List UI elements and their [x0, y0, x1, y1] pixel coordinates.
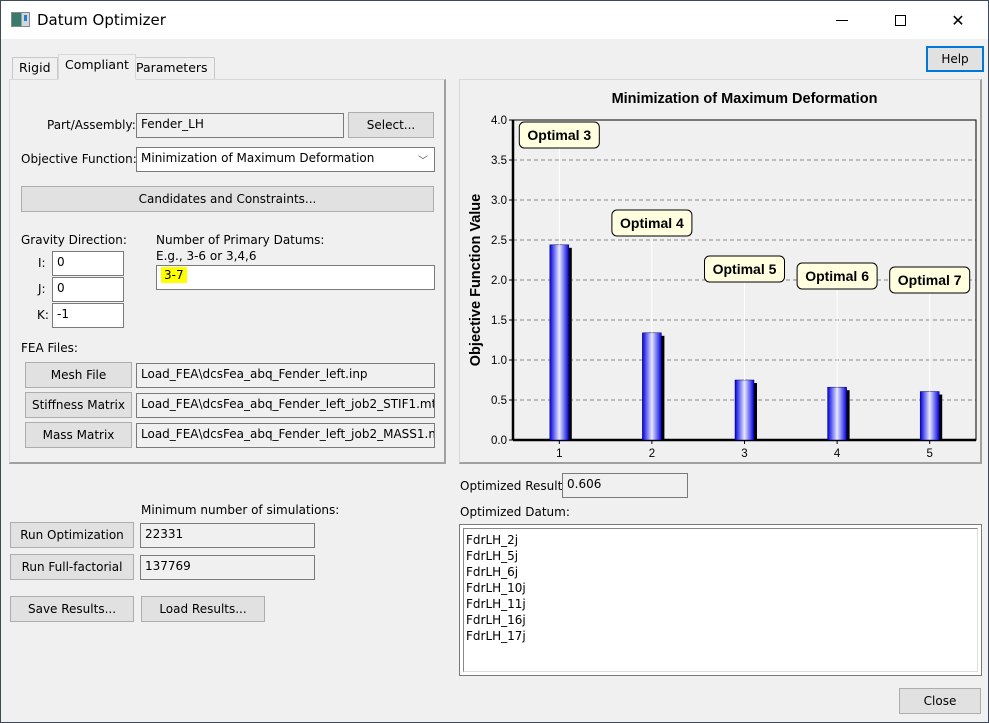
objective-function-label: Objective Function: [21, 152, 137, 166]
load-results-button[interactable]: Load Results... [141, 596, 265, 622]
datum-list-item[interactable]: FdrLH_11j [466, 596, 975, 612]
maximize-icon [894, 14, 906, 26]
gravity-i-field[interactable]: 0 [52, 251, 124, 276]
maximize-button[interactable] [871, 1, 929, 39]
primary-datums-label: Number of Primary Datums: [156, 233, 325, 247]
x-tick-label: 1 [556, 448, 562, 460]
primary-datums-value: 3-7 [161, 267, 187, 283]
mass-matrix-button[interactable]: Mass Matrix [25, 422, 132, 448]
gravity-i-label: I: [38, 256, 46, 270]
datum-list-item[interactable]: FdrLH_5j [466, 548, 975, 564]
gravity-j-field[interactable]: 0 [52, 277, 124, 302]
optimized-datum-list[interactable]: FdrLH_2j FdrLH_5j FdrLH_6j FdrLH_10j FdrLH_1… [459, 524, 982, 676]
y-tick-label: 1.5 [491, 315, 507, 327]
window-title: Datum Optimizer [37, 11, 166, 29]
primary-datums-hint: E.g., 3-6 or 3,4,6 [156, 249, 257, 263]
close-button[interactable]: Close [899, 688, 981, 714]
tab-parameters[interactable]: Parameters [129, 57, 215, 79]
y-tick-label: 0.5 [491, 395, 507, 407]
tab-rigid[interactable]: Rigid [12, 57, 58, 79]
y-tick-label: 4.0 [491, 115, 507, 127]
annotation-label: Optimal 7 [898, 272, 962, 288]
minimize-icon [836, 19, 848, 21]
x-tick-label: 2 [649, 448, 655, 460]
x-tick-label: 5 [926, 448, 932, 460]
optimized-datum-list-inner: FdrLH_2j FdrLH_5j FdrLH_6j FdrLH_10j FdrLH_1… [463, 528, 978, 672]
part-assembly-label: Part/Assembly: [47, 118, 136, 132]
chart-title: Minimization of Maximum Deformation [612, 91, 878, 107]
objective-function-select[interactable]: Minimization of Maximum Deformation ﹀ [136, 147, 435, 172]
chevron-down-icon: ﹀ [418, 156, 428, 167]
x-tick-label: 4 [834, 448, 841, 460]
run-optimization-button[interactable]: Run Optimization [10, 522, 134, 548]
stiffness-matrix-button[interactable]: Stiffness Matrix [25, 392, 132, 418]
annotation-label: Optimal 5 [713, 261, 777, 277]
gravity-j-label: J: [38, 282, 46, 296]
save-results-button[interactable]: Save Results... [10, 596, 134, 622]
y-axis-label: Objective Function Value [468, 194, 484, 366]
annotation-label: Optimal 4 [620, 215, 684, 231]
annotation-label: Optimal 6 [805, 268, 869, 284]
minimize-button[interactable] [813, 1, 871, 39]
datum-list-item[interactable]: FdrLH_6j [466, 564, 975, 580]
y-tick-label: 0.0 [491, 435, 507, 447]
help-button[interactable]: Help [926, 46, 984, 72]
datum-list-item[interactable]: FdrLH_16j [466, 612, 975, 628]
run-full-factorial-count: 137769 [140, 555, 315, 580]
datum-list-item[interactable]: FdrLH_2j [466, 532, 975, 548]
mass-matrix-field[interactable]: Load_FEA\dcsFea_abq_Fender_left_job2_MAS… [136, 423, 435, 448]
select-button[interactable]: Select... [348, 112, 434, 138]
candidates-constraints-button[interactable]: Candidates and Constraints... [21, 186, 434, 212]
mesh-file-field[interactable]: Load_FEA\dcsFea_abq_Fender_left.inp [136, 363, 435, 388]
x-tick-label: 3 [741, 448, 747, 460]
close-window-button[interactable]: ✕ [929, 1, 987, 39]
optimized-result-field: 0.606 [562, 473, 688, 498]
primary-datums-field[interactable]: 3-7 [156, 265, 435, 290]
mesh-file-button[interactable]: Mesh File [25, 362, 132, 388]
datum-list-item[interactable]: FdrLH_10j [466, 580, 975, 596]
y-tick-label: 2.0 [491, 275, 507, 287]
run-full-factorial-button[interactable]: Run Full-factorial [10, 554, 134, 580]
close-icon: ✕ [951, 10, 965, 30]
bar[interactable] [827, 386, 847, 441]
gravity-k-label: K: [37, 308, 49, 322]
annotation-label: Optimal 3 [527, 127, 591, 143]
min-simulations-label: Minimum number of simulations: [141, 503, 340, 517]
stiffness-matrix-field[interactable]: Load_FEA\dcsFea_abq_Fender_left_job2_STI… [136, 393, 435, 418]
bar[interactable] [642, 332, 662, 441]
optimized-datum-label: Optimized Datum: [460, 505, 570, 519]
title-bar: Datum Optimizer ✕ [1, 1, 988, 39]
gravity-direction-label: Gravity Direction: [21, 233, 127, 247]
bar[interactable] [734, 379, 755, 441]
datum-list-item[interactable]: FdrLH_17j [466, 628, 975, 644]
datum-optimizer-window: Datum Optimizer ✕ Rigid Compliant Parame… [0, 0, 989, 723]
tab-compliant[interactable]: Compliant [58, 54, 136, 80]
y-tick-label: 3.5 [491, 155, 507, 167]
app-icon [11, 12, 30, 27]
optimized-result-label: Optimized Result [460, 479, 563, 493]
gravity-k-field[interactable]: -1 [52, 303, 124, 328]
part-assembly-field[interactable]: Fender_LH [136, 113, 344, 138]
bar[interactable] [549, 244, 570, 441]
objective-function-value: Minimization of Maximum Deformation [141, 151, 375, 165]
run-optimization-count: 22331 [140, 523, 315, 548]
chart-panel: Minimization of Maximum Deformation 0.0 0.… [459, 79, 982, 464]
bar[interactable] [919, 391, 940, 441]
fea-files-label: FEA Files: [21, 341, 78, 355]
y-tick-label: 3.0 [491, 195, 507, 207]
y-tick-label: 2.5 [491, 235, 507, 247]
bar-chart: Minimization of Maximum Deformation 0.0 0.… [468, 91, 977, 460]
y-tick-label: 1.0 [491, 355, 507, 367]
